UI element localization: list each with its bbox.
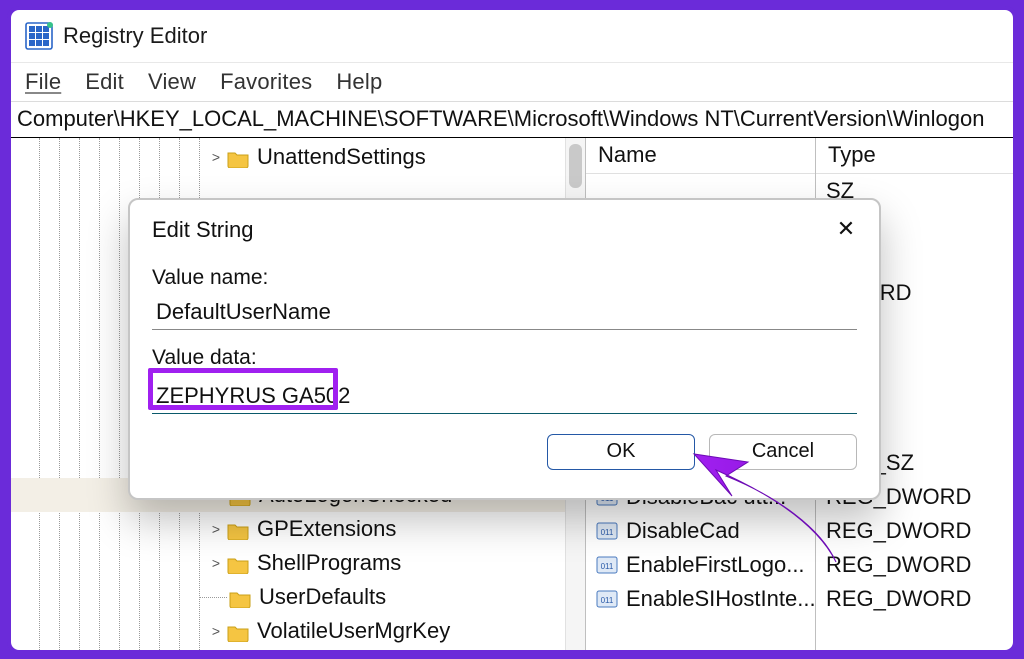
close-icon[interactable]: ✕ — [835, 219, 857, 241]
ok-button[interactable]: OK — [547, 434, 695, 470]
menu-help[interactable]: Help — [328, 65, 398, 99]
tree-item-gpextensions[interactable]: > GPExtensions — [11, 512, 585, 546]
menu-view[interactable]: View — [140, 65, 212, 99]
list-cell: REG_DWORD — [816, 548, 1013, 582]
value-name-label: Value name: — [152, 266, 857, 290]
value-data-field[interactable] — [152, 380, 857, 414]
list-cell[interactable]: 011 EnableFirstLogo... — [586, 548, 815, 582]
edit-string-dialog: Edit String ✕ Value name: Value data: OK… — [128, 198, 881, 500]
tree-item-userdefaults[interactable]: UserDefaults — [11, 580, 585, 614]
reg-dword-icon: 011 — [596, 521, 618, 541]
value-name-field[interactable] — [152, 296, 857, 330]
folder-icon — [227, 554, 249, 572]
tree-item-label: ShellPrograms — [257, 550, 401, 576]
address-bar[interactable]: Computer\HKEY_LOCAL_MACHINE\SOFTWARE\Mic… — [11, 102, 1013, 138]
folder-icon — [227, 622, 249, 640]
tree-item-label: UnattendSettings — [257, 144, 426, 170]
dialog-buttons: OK Cancel — [152, 434, 857, 470]
svg-text:011: 011 — [601, 528, 614, 537]
tree-item-shellprograms[interactable]: > ShellPrograms — [11, 546, 585, 580]
list-cell: REG_DWORD — [816, 582, 1013, 616]
app-window: Registry Editor File Edit View Favorites… — [7, 6, 1017, 654]
dialog-titlebar: Edit String ✕ — [152, 210, 857, 250]
tree-item-unattendsettings[interactable]: > UnattendSettings — [11, 140, 585, 174]
tree-item-label: GPExtensions — [257, 516, 396, 542]
cancel-button[interactable]: Cancel — [709, 434, 857, 470]
folder-icon — [227, 148, 249, 166]
folder-icon — [229, 588, 251, 606]
menu-edit[interactable]: Edit — [77, 65, 140, 99]
column-header-type[interactable]: Type — [816, 138, 1013, 174]
svg-text:011: 011 — [601, 596, 614, 605]
list-cell: REG_DWORD — [816, 514, 1013, 548]
scrollbar-thumb[interactable] — [569, 144, 582, 188]
reg-dword-icon: 011 — [596, 555, 618, 575]
expander-icon[interactable]: > — [209, 149, 223, 165]
folder-icon — [227, 520, 249, 538]
list-cell[interactable]: 011 DisableCad — [586, 514, 815, 548]
list-cell[interactable]: 011 EnableSIHostInte... — [586, 582, 815, 616]
window-title: Registry Editor — [63, 23, 207, 49]
tree-item-label: UserDefaults — [259, 584, 386, 610]
svg-text:011: 011 — [601, 562, 614, 571]
menu-bar: File Edit View Favorites Help — [11, 62, 1013, 102]
column-header-name[interactable]: Name — [586, 138, 815, 174]
tree-item-label: VolatileUserMgrKey — [257, 618, 450, 644]
menu-file[interactable]: File — [17, 65, 77, 99]
title-bar: Registry Editor — [11, 10, 1013, 62]
expander-icon[interactable]: > — [209, 623, 223, 639]
expander-icon[interactable]: > — [209, 521, 223, 537]
registry-editor-icon — [25, 22, 53, 50]
dialog-title: Edit String — [152, 217, 254, 243]
reg-dword-icon: 011 — [596, 589, 618, 609]
menu-favorites[interactable]: Favorites — [212, 65, 328, 99]
value-data-label: Value data: — [152, 346, 857, 370]
expander-icon[interactable]: > — [209, 555, 223, 571]
address-path: Computer\HKEY_LOCAL_MACHINE\SOFTWARE\Mic… — [17, 106, 984, 132]
tree-item-volatileusermgrkey[interactable]: > VolatileUserMgrKey — [11, 614, 585, 648]
